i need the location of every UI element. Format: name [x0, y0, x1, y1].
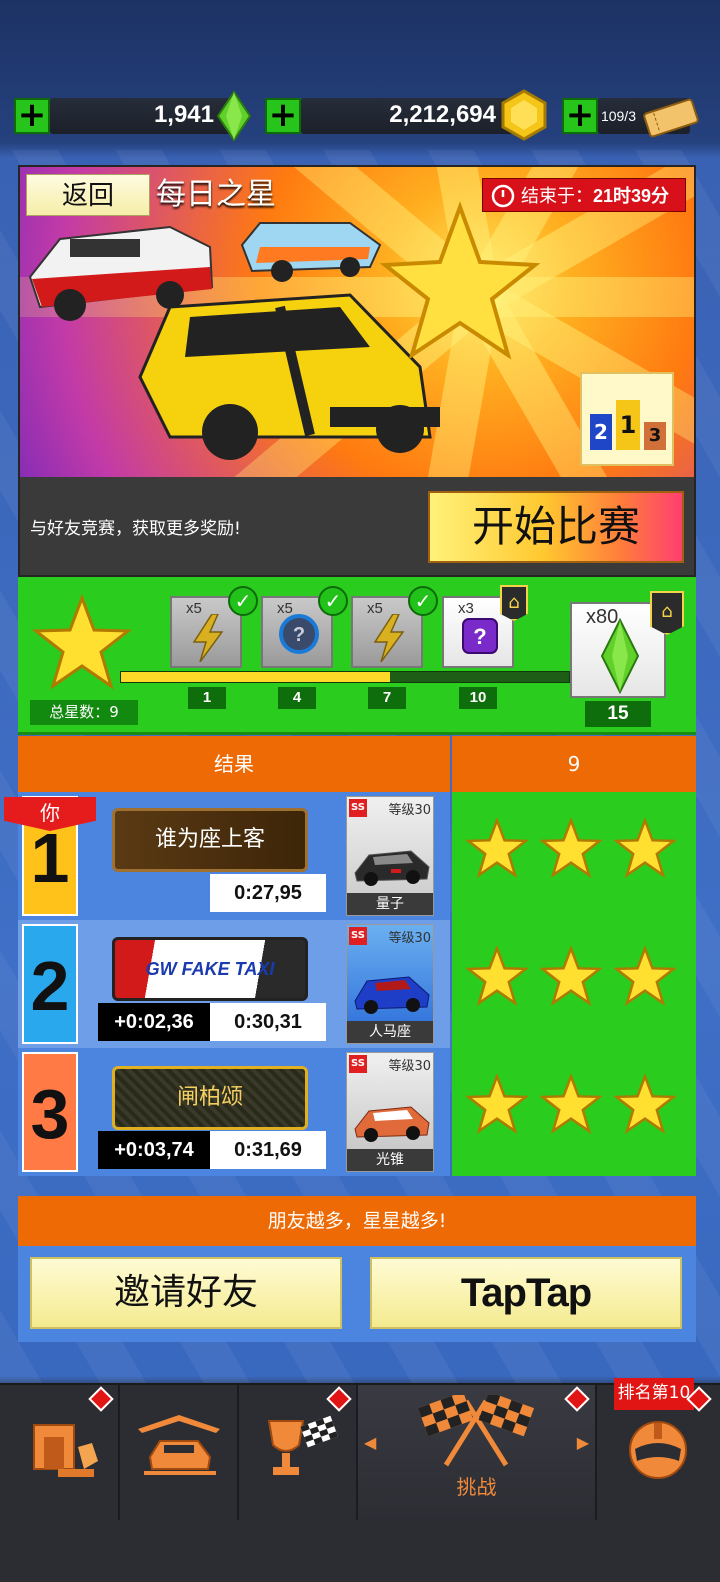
result-star-icon — [614, 946, 676, 1007]
event-ends-time: 21时39分 — [593, 186, 670, 206]
total-stars-label: 总星数：9 — [30, 700, 138, 725]
player-3-car-level: 等级30 — [388, 1059, 431, 1074]
result-star-icon — [466, 818, 528, 879]
car-icon — [354, 850, 430, 886]
player-1-time: 0:27,95 — [210, 874, 326, 912]
player-1-plate: 谁为座上客 — [112, 808, 308, 872]
back-button[interactable]: 返回 — [26, 174, 150, 216]
player-3-plate: 闸柏颂 — [112, 1066, 308, 1130]
nav-challenge[interactable]: ◀ ▶ 挑战 — [358, 1385, 595, 1520]
player-2-gap: +0:02,36 — [98, 1003, 210, 1041]
podium-third: 3 — [644, 422, 666, 450]
shop-icon — [33, 1424, 98, 1477]
podium-first: 1 — [616, 400, 640, 450]
tier-3-threshold: 7 — [368, 687, 406, 709]
start-race-button[interactable]: 开始比赛 — [428, 491, 684, 563]
tier-4-threshold: 10 — [459, 687, 497, 709]
coins-value: 2,212,694 — [389, 101, 496, 128]
player-3-car-name: 光锥 — [347, 1149, 433, 1171]
rank-2: 2 — [22, 924, 78, 1044]
timer-icon — [491, 184, 515, 208]
garage-icon — [138, 1415, 220, 1475]
results-star-total: 9 — [452, 736, 696, 792]
ticket-icon — [643, 98, 699, 138]
result-star-icon — [614, 1074, 676, 1135]
chevron-right-icon[interactable]: ▶ — [577, 1433, 589, 1452]
tier-5-lock-icon: ⌂ — [650, 591, 684, 635]
tier-2-threshold: 4 — [278, 687, 316, 709]
result-star-icon — [540, 818, 602, 879]
rank-badge: 排名第10 — [614, 1378, 694, 1410]
lightning-icon — [373, 614, 405, 662]
car-icon — [354, 1106, 430, 1142]
podium-second: 2 — [590, 414, 612, 450]
checkered-flags-icon — [417, 1395, 535, 1467]
car-class-badge: SS — [349, 927, 367, 945]
player-2-car-card[interactable]: SS 等级30 人马座 — [346, 924, 434, 1044]
event-title: 每日之星 — [156, 177, 276, 212]
banner-star-icon — [379, 201, 541, 360]
invite-friends-button[interactable]: 邀请好友 — [30, 1257, 342, 1329]
nav-challenge-label: 挑战 — [456, 1475, 497, 1499]
svg-text:?: ? — [293, 624, 305, 646]
lightning-icon — [192, 614, 224, 662]
trophy-icon — [267, 1415, 338, 1475]
chevron-left-icon[interactable]: ◀ — [364, 1433, 376, 1452]
player-3-car-card[interactable]: SS 等级30 光锥 — [346, 1052, 434, 1172]
player-3-time: 0:31,69 — [210, 1131, 326, 1169]
tier-2-claimed-check-icon: ✓ — [318, 586, 348, 616]
yellow-car-icon — [138, 293, 440, 460]
coin-icon — [501, 89, 547, 141]
result-star-icon — [466, 1074, 528, 1135]
player-2-car-name: 人马座 — [347, 1021, 433, 1043]
gem-icon — [216, 90, 252, 142]
result-star-icon — [540, 1074, 602, 1135]
results-header: 结果 — [18, 736, 450, 792]
result-star-icon — [614, 818, 676, 879]
player-1-car-card[interactable]: SS 等级30 量子 — [346, 796, 434, 916]
car-class-badge: SS — [349, 799, 367, 817]
result-star-icon — [540, 946, 602, 1007]
event-timer: 结束于：21时39分 — [482, 178, 686, 212]
player-2-plate: GW FAKE TAXI — [112, 937, 308, 1001]
tier-4-count: x3 — [458, 600, 474, 617]
leaderboard-podium-button[interactable]: 2 1 3 — [580, 372, 674, 466]
tickets-value: 109/3 — [600, 108, 636, 124]
add-tickets-button[interactable]: + — [562, 98, 598, 134]
tier-5-threshold: 15 — [585, 701, 651, 727]
helmet-icon — [629, 1421, 687, 1479]
player-2-time: 0:30,31 — [210, 1003, 326, 1041]
car-icon — [354, 976, 430, 1014]
event-ends-label: 结束于： — [521, 186, 593, 207]
tier-3-claimed-check-icon: ✓ — [408, 586, 438, 616]
event-description: 与好友竞赛，获取更多奖励! — [30, 519, 241, 539]
tier-4-lock-icon: ⌂ — [500, 585, 528, 621]
tier-1-threshold: 1 — [188, 687, 226, 709]
blue-car-icon — [240, 222, 382, 282]
player-2-car-level: 等级30 — [388, 931, 431, 946]
progress-fill — [121, 672, 390, 682]
car-class-badge: SS — [349, 1055, 367, 1073]
result-star-icon — [466, 946, 528, 1007]
mystery-box-icon: ? — [462, 618, 498, 654]
gems-value: 1,941 — [153, 101, 214, 128]
player-3-gap: +0:03,74 — [98, 1131, 210, 1169]
svg-text:?: ? — [473, 624, 486, 649]
player-1-car-name: 量子 — [347, 893, 433, 915]
add-gems-button[interactable]: + — [14, 98, 50, 134]
player-1-car-level: 等级30 — [388, 803, 431, 818]
nav-garage[interactable] — [120, 1385, 237, 1520]
friends-banner: 朋友越多，星星越多! — [18, 1196, 696, 1246]
add-coins-button[interactable]: + — [265, 98, 301, 134]
rank-3: 3 — [22, 1052, 78, 1172]
taptap-button[interactable]: TapTap — [370, 1257, 682, 1329]
gem-icon — [600, 618, 640, 694]
total-stars-icon — [32, 594, 132, 690]
tier-1-claimed-check-icon: ✓ — [228, 586, 258, 616]
mystery-token-icon: ? — [279, 614, 319, 654]
